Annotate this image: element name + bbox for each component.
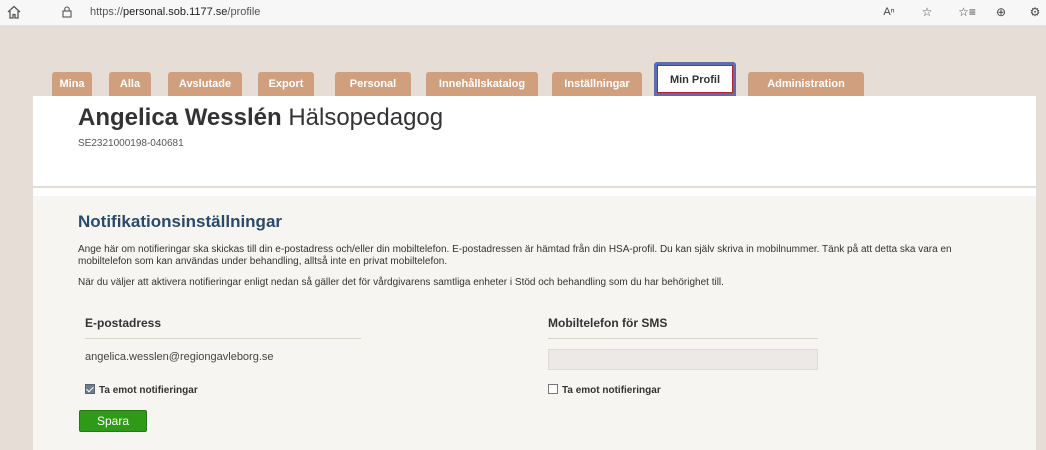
email-column-header: E-postadress [85,316,361,339]
hsa-id: SE2321000198-040681 [78,138,184,149]
checkbox-unchecked-icon[interactable] [548,384,558,394]
lock-icon[interactable] [60,5,74,19]
user-name: Angelica Wesslén [78,104,282,131]
section-description: Ange här om notifieringar ska skickas ti… [78,244,952,267]
tab-administration[interactable]: Administration [748,72,864,96]
email-value: angelica.wesslen@regiongavleborg.se [85,351,274,363]
page-title: Angelica Wesslén Hälsopedagog [78,104,443,132]
save-button[interactable]: Spara [79,410,147,432]
sms-column-header: Mobiltelefon för SMS [548,316,818,339]
user-role: Hälsopedagog [288,104,444,131]
home-icon[interactable] [6,4,22,20]
checkbox-checked-icon[interactable] [85,384,95,394]
tab-mina[interactable]: Mina [52,72,92,96]
notification-settings-section: Notifikationsinställningar Ange här om n… [33,196,1036,450]
favorite-star-icon[interactable]: ☆ [918,4,936,20]
section-title: Notifikationsinställningar [78,212,283,231]
collections-icon[interactable]: ⊕ [992,4,1010,20]
tab-innehallskatalog[interactable]: Innehållskatalog [426,72,538,96]
profile-header: Angelica Wesslén Hälsopedagog SE23210001… [33,96,1036,188]
tab-export[interactable]: Export [258,72,314,96]
sms-notification-checkbox[interactable]: Ta emot notifieringar [548,384,661,396]
read-aloud-icon[interactable]: Aⁿ [880,4,898,20]
tab-installningar[interactable]: Inställningar [552,72,642,96]
tab-avslutade[interactable]: Avslutade [168,72,242,96]
sms-phone-input[interactable] [548,349,818,370]
url-text[interactable]: https://personal.sob.1177.se/profile [90,6,260,18]
tab-alla[interactable]: Alla [109,72,151,96]
email-checkbox-label: Ta emot notifieringar [99,385,198,396]
favorites-list-icon[interactable]: ☆≡ [958,4,976,20]
email-notification-checkbox[interactable]: Ta emot notifieringar [85,384,198,396]
browser-toolbar: https://personal.sob.1177.se/profile Aⁿ … [0,0,1046,26]
profile-card: Angelica Wesslén Hälsopedagog SE23210001… [33,96,1036,450]
tab-personal[interactable]: Personal [335,72,411,96]
extensions-icon[interactable]: ⚙ [1026,4,1044,20]
tab-min-profil[interactable]: Min Profil [654,62,736,96]
address-bar[interactable]: https://personal.sob.1177.se/profile [60,3,940,23]
section-description-scope: När du väljer att aktivera notifieringar… [78,277,724,288]
sms-checkbox-label: Ta emot notifieringar [562,385,661,396]
